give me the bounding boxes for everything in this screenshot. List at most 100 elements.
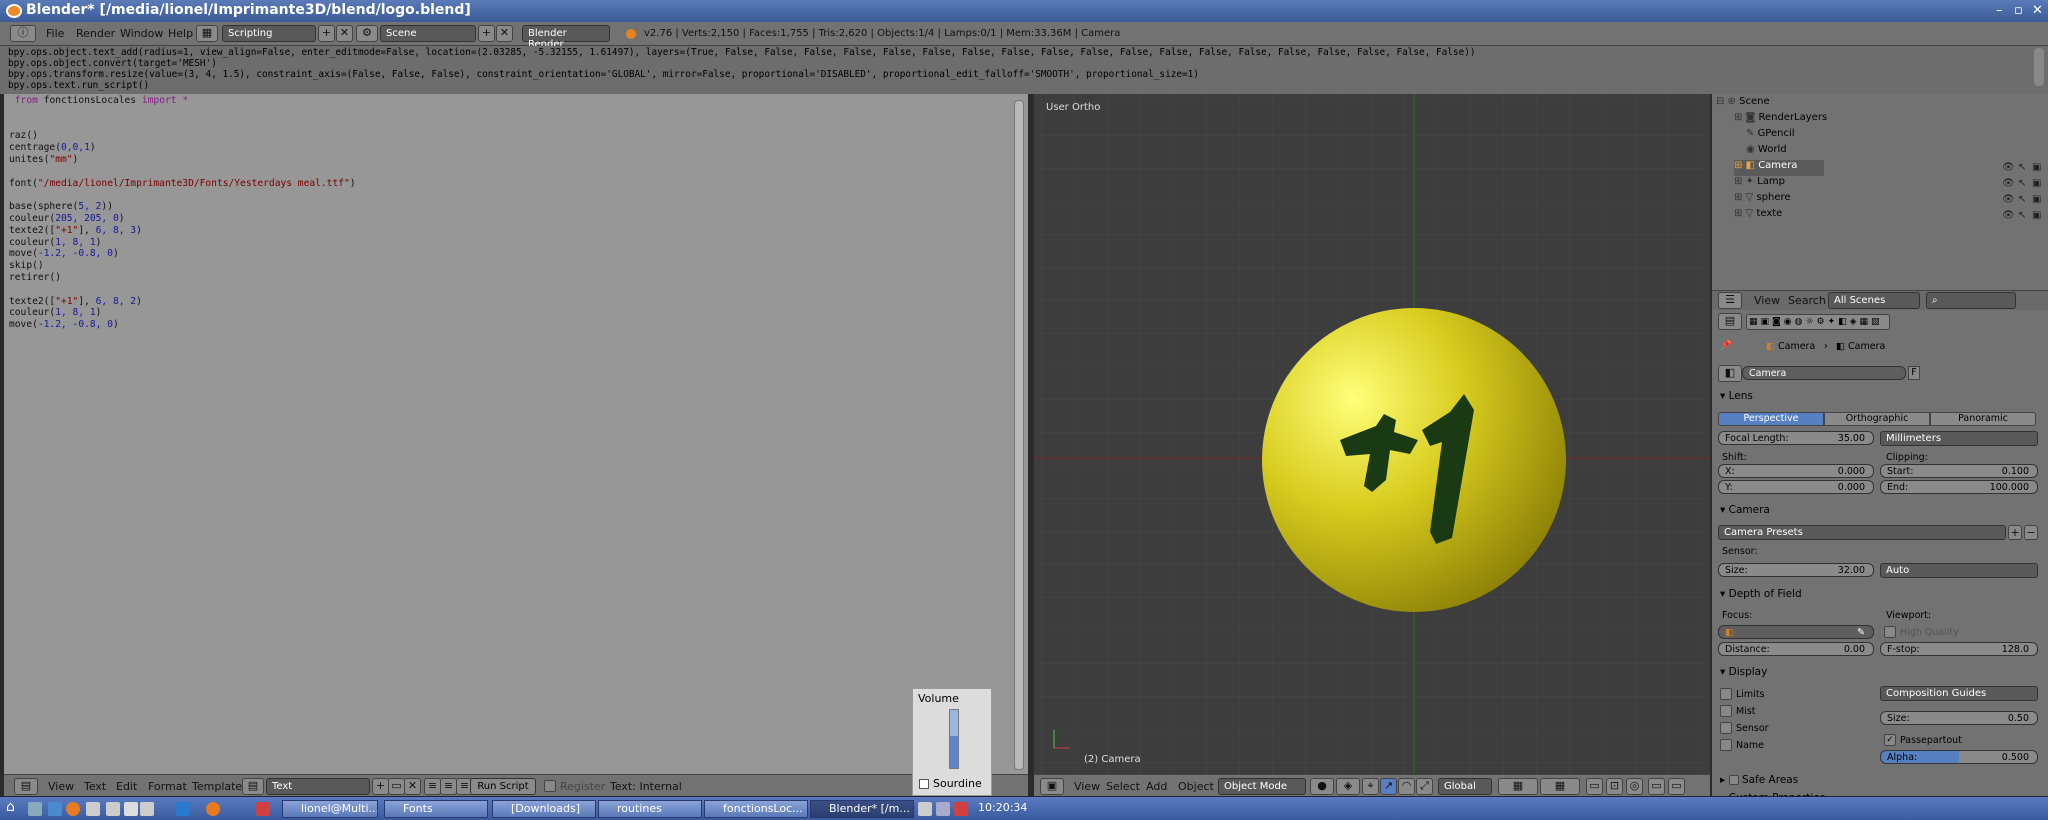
shading-icon[interactable]: ●: [1310, 778, 1334, 795]
sphere-object[interactable]: [1262, 308, 1566, 612]
text-open-button[interactable]: ▭: [388, 778, 405, 795]
word-wrap-toggle[interactable]: ≡: [440, 778, 457, 795]
desktop-icon[interactable]: [28, 802, 42, 816]
task-downloads[interactable]: [Downloads]: [492, 800, 596, 818]
menu-view[interactable]: View: [1074, 780, 1100, 793]
sensor-size-field[interactable]: Size: 32.00: [1718, 563, 1874, 577]
mode-selector[interactable]: Object Mode: [1218, 778, 1306, 795]
manipulator-icon[interactable]: ⌖: [1362, 778, 1379, 795]
render-anim-icon[interactable]: ▭: [1668, 778, 1685, 795]
limits-checkbox[interactable]: [1720, 688, 1732, 700]
outliner-row-world[interactable]: ◉ World: [1746, 144, 1787, 160]
text-unlink-button[interactable]: ✕: [404, 778, 421, 795]
menu-view[interactable]: View: [1754, 294, 1780, 307]
menu-help[interactable]: Help: [168, 27, 193, 40]
text-browse-icon[interactable]: ▤: [242, 778, 264, 795]
focus-object-field[interactable]: ◧ ✎: [1718, 625, 1874, 639]
sensor-checkbox[interactable]: [1720, 722, 1732, 734]
outliner-row-scene[interactable]: ⊟ ⊛ Scene: [1716, 96, 1770, 112]
orientation-selector[interactable]: Global: [1438, 778, 1492, 795]
close-icon[interactable]: ✕: [2032, 3, 2043, 18]
high-quality-checkbox[interactable]: [1884, 626, 1896, 638]
renderability-icon[interactable]: ▣ ▣ ▣ ▣: [2032, 160, 2041, 224]
files-icon[interactable]: [48, 802, 62, 816]
shift-x-field[interactable]: X: 0.000: [1718, 464, 1874, 478]
scene-remove-button[interactable]: ✕: [496, 25, 513, 42]
task-terminal[interactable]: lionel@Multi...: [282, 800, 378, 818]
info-scrollbar[interactable]: [2034, 48, 2044, 86]
start-menu-icon[interactable]: ⌂: [6, 799, 15, 815]
fstop-field[interactable]: F-stop: 128.0: [1880, 642, 2038, 656]
pin-icon[interactable]: 📌: [1720, 340, 1732, 351]
passepartout-alpha-field[interactable]: Alpha: 0.500: [1880, 750, 2038, 764]
speaker-icon[interactable]: [918, 802, 932, 816]
editor-type-icon[interactable]: ▣: [1040, 778, 1064, 795]
visibility-icon[interactable]: 👁 👁 👁 👁: [2002, 160, 2015, 224]
snap-icon[interactable]: ⊡: [1606, 778, 1623, 795]
task-routines[interactable]: routines: [598, 800, 702, 818]
code-area[interactable]: from fonctionsLocales import * raz() cent…: [9, 94, 1019, 774]
volume-slider[interactable]: [949, 709, 959, 769]
scene-selector[interactable]: Scene: [380, 25, 476, 42]
chromium-icon[interactable]: [176, 802, 190, 816]
dof-section-header[interactable]: ▾ Depth of Field: [1720, 588, 1802, 600]
translate-icon[interactable]: ↗: [1380, 778, 1397, 795]
scale-icon[interactable]: ⤢: [1416, 778, 1433, 795]
editor-type-icon[interactable]: ☰: [1718, 292, 1742, 309]
menu-edit[interactable]: Edit: [116, 780, 137, 793]
sensor-fit-selector[interactable]: Auto: [1880, 563, 2038, 578]
render-icon[interactable]: ▭: [1648, 778, 1665, 795]
shift-y-field[interactable]: Y: 0.000: [1718, 480, 1874, 494]
preset-remove-button[interactable]: −: [2024, 525, 2038, 540]
menu-view[interactable]: View: [48, 780, 74, 793]
maximize-icon[interactable]: ▫: [2014, 3, 2023, 18]
clip-start-field[interactable]: Start: 0.100: [1880, 464, 2038, 478]
close-session-icon[interactable]: [954, 802, 968, 816]
lens-section-header[interactable]: ▾ Lens: [1720, 390, 1753, 402]
selectability-icon[interactable]: ↖ ↖ ↖ ↖: [2018, 160, 2026, 224]
task-fonctionslocales[interactable]: fonctionsLoc...: [704, 800, 808, 818]
run-script-button[interactable]: Run Script: [470, 778, 536, 795]
line-numbers-toggle[interactable]: ≡: [424, 778, 441, 795]
panoramic-tab[interactable]: Panoramic: [1930, 412, 2036, 426]
task-fonts[interactable]: Fonts: [384, 800, 488, 818]
network-icon[interactable]: [936, 802, 950, 816]
menu-search[interactable]: Search: [1788, 294, 1826, 307]
3d-viewport[interactable]: User Ortho (2) Camera: [1034, 94, 1710, 774]
passepartout-checkbox[interactable]: ✓: [1884, 734, 1896, 746]
focus-distance-field[interactable]: Distance: 0.00: [1718, 642, 1874, 656]
lock-camera-icon[interactable]: ▭: [1586, 778, 1603, 795]
firefox-icon[interactable]: [66, 802, 80, 816]
display-mode-selector[interactable]: All Scenes: [1828, 292, 1920, 309]
menu-templates[interactable]: Templates: [192, 780, 248, 793]
scene-add-button[interactable]: +: [478, 25, 495, 42]
screenshot-icon[interactable]: [106, 802, 120, 816]
editor-scrollbar[interactable]: [1014, 100, 1024, 770]
outliner-row-texte[interactable]: ⊞ ▽ texte: [1734, 208, 1782, 224]
menu-format[interactable]: Format: [148, 780, 187, 793]
layout-remove-button[interactable]: ✕: [336, 25, 353, 42]
proportional-icon[interactable]: ◎: [1626, 778, 1643, 795]
menu-select[interactable]: Select: [1106, 780, 1140, 793]
viewport-canvas[interactable]: [1034, 94, 1710, 774]
preset-add-button[interactable]: +: [2008, 525, 2022, 540]
name-checkbox[interactable]: [1720, 739, 1732, 751]
render-engine-selector[interactable]: Blender Render: [522, 25, 610, 50]
menu-add[interactable]: Add: [1146, 780, 1167, 793]
text-add-button[interactable]: +: [372, 778, 389, 795]
menu-window[interactable]: Window: [120, 27, 163, 40]
layout-selector[interactable]: Scripting: [222, 25, 316, 42]
display-section-header[interactable]: ▾ Display: [1720, 666, 1767, 678]
focal-length-field[interactable]: Focal Length: 35.00: [1718, 431, 1874, 445]
mute-checkbox[interactable]: [919, 779, 929, 789]
editor-type-icon[interactable]: ⓘ: [10, 25, 36, 42]
layout-icon[interactable]: ▦: [196, 25, 218, 42]
outliner-row-gpencil[interactable]: ✎ GPencil: [1746, 128, 1795, 144]
tool-icon[interactable]: [140, 802, 154, 816]
menu-render[interactable]: Render: [76, 27, 115, 40]
window-list-icon[interactable]: [86, 802, 100, 816]
fake-user-button[interactable]: F: [1908, 366, 1920, 380]
layers-grid-2[interactable]: ▦: [1540, 778, 1580, 795]
display-size-field[interactable]: Size: 0.50: [1880, 711, 2038, 725]
properties-context-tabs[interactable]: ▦▣◙◉◍☼⚙✦◧◈▦▧: [1746, 314, 1890, 330]
